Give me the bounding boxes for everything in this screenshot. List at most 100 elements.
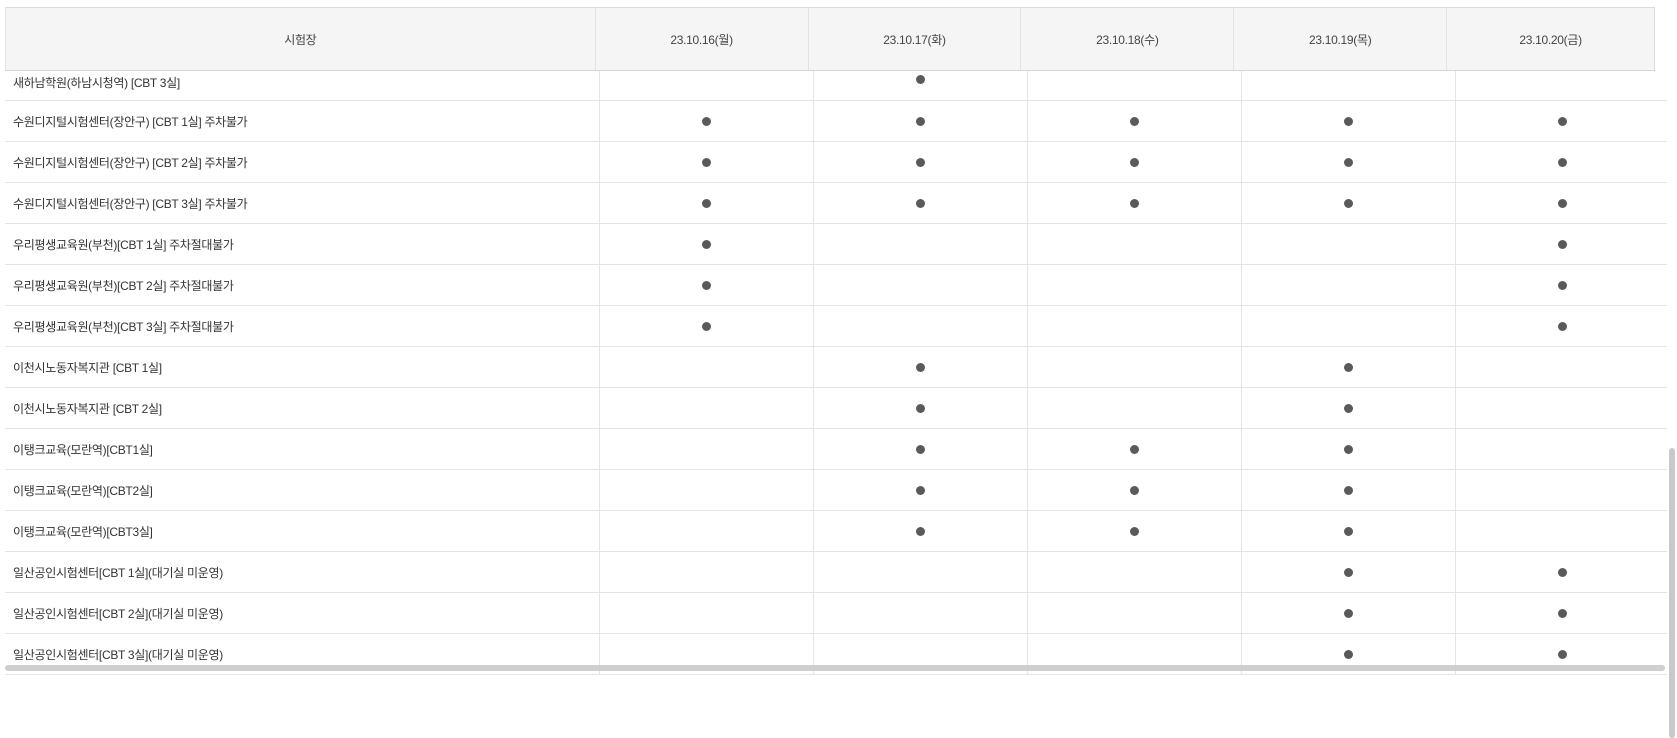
availability-cell	[1242, 429, 1456, 469]
availability-cell	[814, 71, 1028, 100]
filled-circle-icon	[1344, 608, 1353, 618]
availability-cell	[1456, 265, 1668, 305]
venue-name: 이천시노동자복지관 [CBT 2실]	[5, 388, 600, 428]
filled-circle-icon	[916, 526, 925, 536]
venue-name: 우리평생교육원(부천)[CBT 1실] 주차절대불가	[5, 224, 600, 264]
venue-name: 우리평생교육원(부천)[CBT 3실] 주차절대불가	[5, 306, 600, 346]
availability-cell	[1242, 511, 1456, 551]
availability-cell	[1242, 71, 1456, 100]
availability-cell	[1242, 593, 1456, 633]
column-header-date-3: 23.10.18(수)	[1021, 8, 1235, 70]
filled-circle-icon	[1344, 567, 1353, 577]
filled-circle-icon	[1130, 444, 1139, 454]
filled-circle-icon	[1557, 198, 1567, 208]
venue-name: 이탱크교육(모란역)[CBT3실]	[5, 511, 600, 551]
availability-cell	[1456, 388, 1668, 428]
availability-cell	[600, 224, 814, 264]
table-row: 이탱크교육(모란역)[CBT3실]	[5, 511, 1670, 552]
venue-name: 수원디지털시험센터(장안구) [CBT 3실] 주차불가	[5, 183, 600, 223]
column-header-date-4: 23.10.19(목)	[1234, 8, 1448, 70]
column-header-date-1: 23.10.16(월)	[596, 8, 809, 70]
table-row: 수원디지털시험센터(장안구) [CBT 2실] 주차불가	[5, 142, 1670, 183]
availability-cell	[1028, 429, 1242, 469]
availability-cell	[1456, 306, 1668, 346]
venue-name: 이탱크교육(모란역)[CBT2실]	[5, 470, 600, 510]
filled-circle-icon	[1557, 649, 1567, 659]
availability-cell	[814, 265, 1028, 305]
filled-circle-icon	[916, 362, 925, 372]
filled-circle-icon	[916, 75, 925, 84]
availability-cell	[1028, 470, 1242, 510]
filled-circle-icon	[1344, 485, 1353, 495]
availability-cell	[1242, 388, 1456, 428]
venue-name: 새하남학원(하남시청역) [CBT 3실]	[5, 71, 600, 100]
table-row: 일산공인시험센터[CBT 2실](대기실 미운영)	[5, 593, 1670, 634]
filled-circle-icon	[1344, 526, 1353, 536]
filled-circle-icon	[1557, 608, 1567, 618]
filled-circle-icon	[1130, 485, 1139, 495]
availability-cell	[1456, 552, 1668, 592]
filled-circle-icon	[1344, 403, 1353, 413]
availability-cell	[814, 511, 1028, 551]
availability-cell	[814, 388, 1028, 428]
availability-cell	[600, 511, 814, 551]
venue-name: 수원디지털시험센터(장안구) [CBT 2실] 주차불가	[5, 142, 600, 182]
horizontal-scrollbar[interactable]	[5, 665, 1665, 671]
availability-cell	[814, 306, 1028, 346]
vertical-scrollbar[interactable]	[1667, 71, 1677, 738]
availability-cell	[1456, 101, 1668, 141]
filled-circle-icon	[702, 280, 711, 290]
filled-circle-icon	[1130, 157, 1139, 167]
filled-circle-icon	[1344, 116, 1353, 126]
availability-cell	[814, 224, 1028, 264]
availability-cell	[1028, 593, 1242, 633]
filled-circle-icon	[1130, 526, 1139, 536]
availability-cell	[600, 142, 814, 182]
availability-cell	[1242, 101, 1456, 141]
table-row: 수원디지털시험센터(장안구) [CBT 1실] 주차불가	[5, 101, 1670, 142]
availability-cell	[1242, 142, 1456, 182]
column-header-date-2: 23.10.17(화)	[809, 8, 1022, 70]
availability-cell	[600, 71, 814, 100]
venue-name: 일산공인시험센터[CBT 1실](대기실 미운영)	[5, 552, 600, 592]
availability-cell	[814, 470, 1028, 510]
table-row: 이탱크교육(모란역)[CBT2실]	[5, 470, 1670, 511]
availability-cell	[1456, 429, 1668, 469]
availability-cell	[1028, 306, 1242, 346]
availability-cell	[814, 142, 1028, 182]
filled-circle-icon	[702, 198, 711, 208]
availability-cell	[1028, 142, 1242, 182]
availability-cell	[1456, 224, 1668, 264]
availability-cell	[600, 347, 814, 387]
vertical-scrollbar-thumb[interactable]	[1669, 448, 1675, 738]
availability-cell	[1028, 265, 1242, 305]
table-row: 우리평생교육원(부천)[CBT 1실] 주차절대불가	[5, 224, 1670, 265]
availability-cell	[1028, 183, 1242, 223]
filled-circle-icon	[916, 198, 925, 208]
filled-circle-icon	[1344, 198, 1353, 208]
availability-cell	[600, 388, 814, 428]
venue-name: 이천시노동자복지관 [CBT 1실]	[5, 347, 600, 387]
filled-circle-icon	[1344, 444, 1353, 454]
availability-cell	[814, 593, 1028, 633]
filled-circle-icon	[916, 116, 925, 126]
table-body: 새하남학원(하남시청역) [CBT 3실] 수원디지털시험센터(장안구) [CBT…	[5, 71, 1670, 675]
availability-cell	[1456, 142, 1668, 182]
filled-circle-icon	[1557, 116, 1567, 126]
availability-cell	[1028, 224, 1242, 264]
filled-circle-icon	[916, 485, 925, 495]
table-row: 이탱크교육(모란역)[CBT1실]	[5, 429, 1670, 470]
availability-cell	[600, 101, 814, 141]
availability-cell	[1028, 388, 1242, 428]
availability-cell	[1242, 224, 1456, 264]
table-header: 시험장 23.10.16(월) 23.10.17(화) 23.10.18(수) …	[5, 7, 1656, 71]
availability-cell	[600, 470, 814, 510]
availability-cell	[1242, 183, 1456, 223]
schedule-table: 시험장 23.10.16(월) 23.10.17(화) 23.10.18(수) …	[5, 7, 1670, 675]
availability-cell	[1456, 593, 1668, 633]
filled-circle-icon	[1130, 198, 1139, 208]
availability-cell	[600, 183, 814, 223]
filled-circle-icon	[1557, 567, 1567, 577]
availability-cell	[1028, 511, 1242, 551]
venue-name: 수원디지털시험센터(장안구) [CBT 1실] 주차불가	[5, 101, 600, 141]
